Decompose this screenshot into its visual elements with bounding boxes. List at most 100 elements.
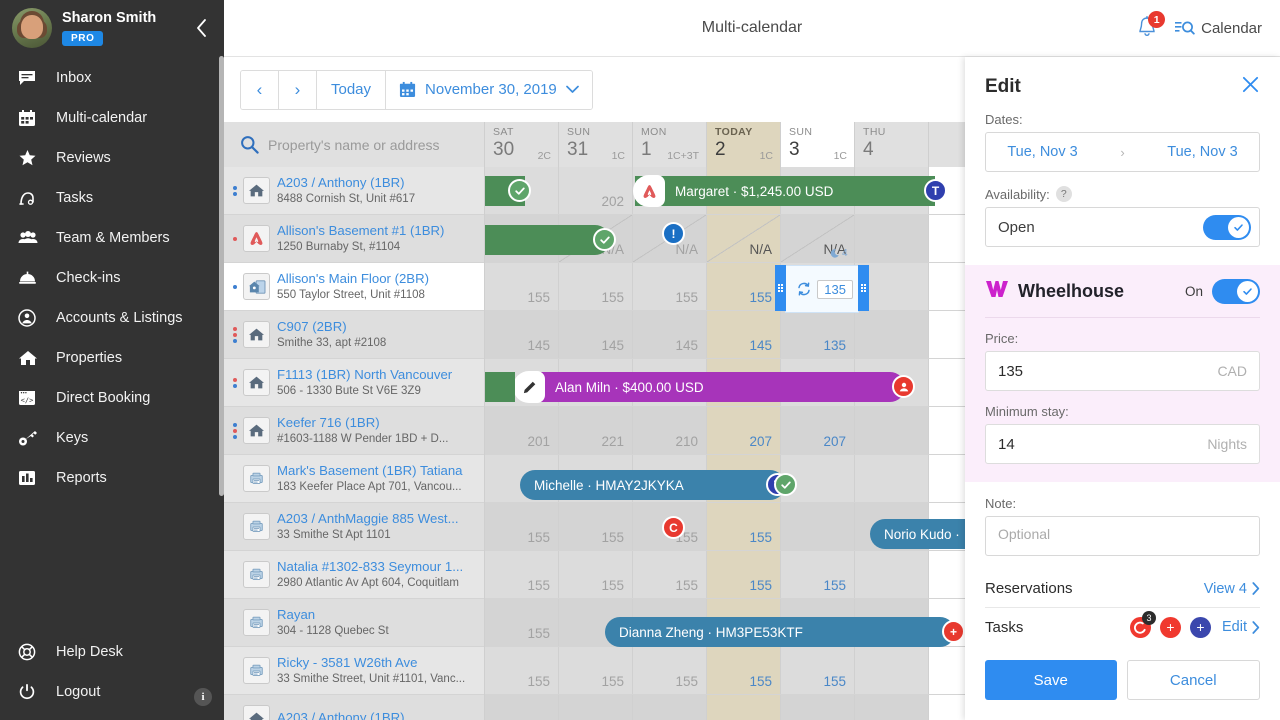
sidebar-item-logout[interactable]: Logout: [0, 672, 224, 712]
calendar-cell[interactable]: 201: [485, 407, 559, 454]
property-name[interactable]: Rayan: [277, 607, 478, 623]
calendar-cell[interactable]: 155: [633, 263, 707, 310]
start-date-value[interactable]: Tue, Nov 3: [1007, 144, 1077, 160]
property-row[interactable]: A203 / AnthMaggie 885 West... 33 Smithe S…: [224, 503, 484, 551]
property-row[interactable]: C907 (2BR) Smithe 33, apt #2108: [224, 311, 484, 359]
booking-bar[interactable]: Alan Miln · $400.00 USD: [513, 371, 915, 403]
day-header[interactable]: TODAY 2 1C: [707, 122, 781, 167]
property-name[interactable]: A203 / Anthony (1BR): [277, 175, 478, 191]
cleaning-task-icon[interactable]: 3: [1130, 610, 1156, 638]
calendar-cell[interactable]: 202: [559, 167, 633, 214]
property-row[interactable]: Allison's Main Floor (2BR) 550 Taylor Str…: [224, 263, 484, 311]
calendar-cell[interactable]: [485, 695, 559, 720]
add-task-icon[interactable]: +: [1190, 616, 1211, 638]
property-row[interactable]: Rayan 304 - 1128 Quebec St: [224, 599, 484, 647]
calendar-view-switch[interactable]: Calendar: [1174, 19, 1262, 38]
calendar-cell[interactable]: 207: [781, 407, 855, 454]
booking-bar[interactable]: [485, 225, 616, 255]
calendar-cell[interactable]: 155: [485, 503, 559, 550]
calendar-cell[interactable]: 155: [633, 551, 707, 598]
search-input[interactable]: [268, 136, 448, 153]
property-name[interactable]: Ricky - 3581 W26th Ave: [277, 655, 478, 671]
property-name[interactable]: A203 / Anthony (1BR): [277, 710, 478, 720]
property-row[interactable]: Natalia #1302-833 Seymour 1... 2980 Atlan…: [224, 551, 484, 599]
calendar-cell[interactable]: 145: [633, 311, 707, 358]
sidebar-item-inbox[interactable]: Inbox: [0, 58, 224, 98]
calendar-cell[interactable]: 155: [707, 647, 781, 694]
save-button[interactable]: Save: [985, 660, 1117, 700]
calendar-cell[interactable]: [855, 407, 929, 454]
day-header[interactable]: MON 1 1C+3T: [633, 122, 707, 167]
calendar-cell[interactable]: 155: [559, 551, 633, 598]
property-row[interactable]: F1113 (1BR) North Vancouver 506 - 1330 Bu…: [224, 359, 484, 407]
sidebar-item-accounts-listings[interactable]: Accounts & Listings: [0, 298, 224, 338]
resize-handle-left[interactable]: [775, 265, 786, 311]
notifications-button[interactable]: 1: [1136, 11, 1166, 41]
calendar-cell[interactable]: [855, 215, 929, 262]
date-picker-button[interactable]: November 30, 2019: [386, 70, 592, 109]
calendar-cell[interactable]: 135: [781, 311, 855, 358]
booking-bar[interactable]: Margaret · $1,245.00 USD T: [633, 175, 947, 207]
sidebar-item-reports[interactable]: Reports: [0, 458, 224, 498]
availability-toggle[interactable]: [1203, 214, 1251, 240]
sidebar-user-block[interactable]: Sharon Smith PRO: [0, 0, 224, 56]
help-icon[interactable]: ?: [1055, 186, 1072, 202]
calendar-cell[interactable]: [855, 311, 929, 358]
booking-bar[interactable]: Michelle · HMAY2JKYKAT: [520, 470, 797, 500]
calendar-cell[interactable]: 207: [707, 407, 781, 454]
resize-handle-right[interactable]: [858, 265, 869, 311]
calendar-cell[interactable]: 221: [559, 407, 633, 454]
calendar-cell[interactable]: 155: [485, 647, 559, 694]
add-task-badge-icon[interactable]: +: [942, 620, 965, 643]
booking-bar[interactable]: Dianna Zheng · HM3PE53KTF +: [605, 617, 965, 647]
calendar-cell[interactable]: 155: [707, 551, 781, 598]
property-row[interactable]: Keefer 716 (1BR) #1603-1188 W Pender 1BD …: [224, 407, 484, 455]
close-icon[interactable]: [1241, 75, 1260, 98]
add-cleaning-task-icon[interactable]: +: [1160, 616, 1181, 638]
calendar-cell[interactable]: [855, 647, 929, 694]
calendar-cell[interactable]: 155: [707, 503, 781, 550]
day-header[interactable]: SUN 31 1C: [559, 122, 633, 167]
confirmed-check-icon[interactable]: [774, 473, 797, 496]
sidebar-collapse-icon[interactable]: [190, 17, 212, 39]
calendar-cell[interactable]: 145: [707, 311, 781, 358]
property-name[interactable]: Allison's Main Floor (2BR): [277, 271, 478, 287]
calendar-cell[interactable]: 155: [633, 647, 707, 694]
calendar-cell[interactable]: [855, 455, 929, 502]
calendar-cell[interactable]: [707, 695, 781, 720]
price-input[interactable]: [998, 362, 1218, 380]
cancel-button[interactable]: Cancel: [1126, 660, 1260, 700]
day-header[interactable]: THU 4: [855, 122, 929, 167]
calendar-cell[interactable]: [781, 503, 855, 550]
property-row[interactable]: Mark's Basement (1BR) Tatiana 183 Keefer …: [224, 455, 484, 503]
property-name[interactable]: Keefer 716 (1BR): [277, 415, 478, 431]
team-avatar-badge[interactable]: T: [924, 179, 947, 202]
day-header[interactable]: SAT 30 2C: [485, 122, 559, 167]
sidebar-item-help-desk[interactable]: Help Desk: [0, 632, 224, 672]
property-name[interactable]: F1113 (1BR) North Vancouver: [277, 367, 478, 383]
today-button[interactable]: Today: [317, 70, 387, 109]
calendar-cell[interactable]: 155: [559, 647, 633, 694]
next-period-button[interactable]: ›: [279, 70, 317, 109]
calendar-cell[interactable]: 145: [485, 311, 559, 358]
booking-bar[interactable]: [485, 372, 515, 402]
calendar-cell[interactable]: [559, 695, 633, 720]
cleaning-marker-icon[interactable]: C: [662, 516, 685, 539]
property-name[interactable]: Mark's Basement (1BR) Tatiana: [277, 463, 478, 479]
calendar-cell[interactable]: 155: [559, 263, 633, 310]
info-badge-icon[interactable]: i: [194, 688, 212, 706]
day-header[interactable]: SUN 3 1C: [781, 122, 855, 167]
property-row[interactable]: A203 / Anthony (1BR) 8488 Cornish St, Uni…: [224, 167, 484, 215]
property-row[interactable]: Allison's Basement #1 (1BR) 1250 Burnaby …: [224, 215, 484, 263]
sidebar-item-tasks[interactable]: Tasks: [0, 178, 224, 218]
dates-field[interactable]: Tue, Nov 3 › Tue, Nov 3: [985, 132, 1260, 172]
property-row[interactable]: Ricky - 3581 W26th Ave 33 Smithe Street, …: [224, 647, 484, 695]
sidebar-item-team-members[interactable]: Team & Members: [0, 218, 224, 258]
sidebar-item-properties[interactable]: Properties: [0, 338, 224, 378]
calendar-cell[interactable]: 155: [707, 263, 781, 310]
selected-date-range[interactable]: 135: [775, 265, 869, 313]
calendar-cell[interactable]: [855, 551, 929, 598]
info-marker-icon[interactable]: !: [662, 222, 685, 245]
view-reservations-link[interactable]: View 4: [1204, 581, 1260, 597]
guest-avatar-icon[interactable]: [892, 375, 915, 398]
